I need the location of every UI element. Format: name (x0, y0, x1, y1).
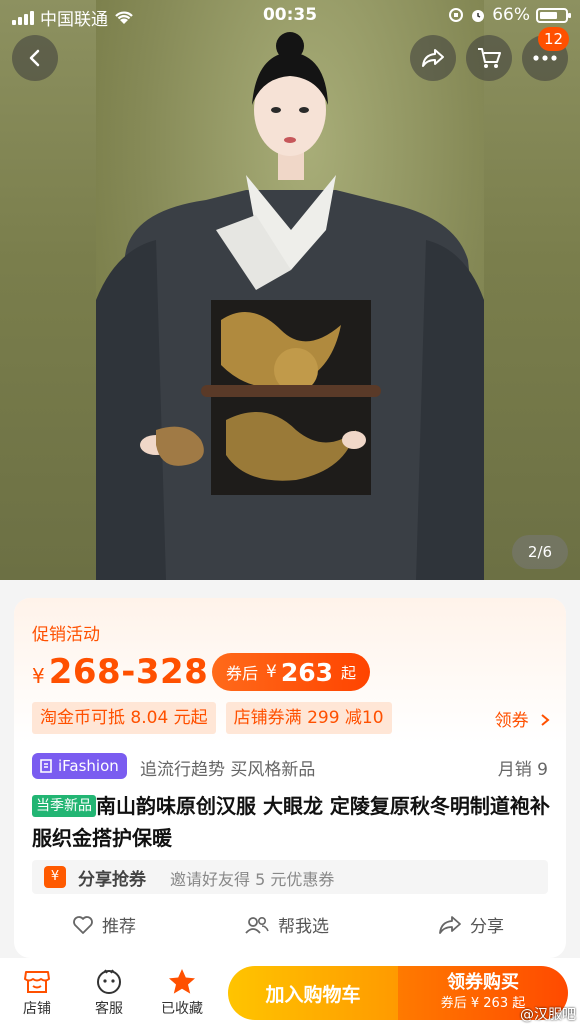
ifashion-label: iFashion (58, 757, 119, 775)
product-photo[interactable] (96, 0, 484, 580)
get-coupon-label: 领券 (494, 711, 529, 731)
action-row: 推荐 帮我选 分享 (14, 912, 566, 948)
share-grab-coupon-banner[interactable]: ¥ 分享抢券 邀请好友得 5 元优惠券 (32, 860, 548, 894)
help-choose-label: 帮我选 (278, 917, 329, 937)
monthly-sales: 月销 9 (497, 760, 548, 780)
purchase-buttons: 加入购物车 领券购买 券后 ¥ 263 起 (228, 966, 568, 1020)
brand-slogan: 追流行趋势 买风格新品 (140, 760, 316, 780)
share-arrow-icon (422, 49, 444, 67)
brand-row: iFashion 追流行趋势 买风格新品 月销 9 (32, 753, 548, 781)
after-coupon-price-pill[interactable]: 券后 ¥ 263 起 (212, 653, 371, 691)
back-button[interactable] (12, 35, 58, 81)
share-action-button[interactable]: 分享 (438, 912, 504, 937)
coupon-ticket-icon: ¥ (44, 866, 66, 888)
cart-button[interactable] (466, 35, 512, 81)
after-coupon-price: 263 (280, 657, 334, 687)
help-choose-button[interactable]: 帮我选 (244, 912, 329, 937)
people-icon (245, 916, 269, 934)
orientation-lock-icon (449, 8, 464, 22)
status-right: 66% (448, 5, 571, 25)
chat-bot-icon (97, 969, 121, 994)
add-to-cart-button[interactable]: 加入购物车 (228, 966, 398, 1020)
more-dots-icon (533, 55, 557, 61)
cart-icon (478, 48, 501, 68)
recommend-button[interactable]: 推荐 (72, 912, 136, 937)
taojinbi-coupon-tag[interactable]: 淘金币可抵 8.04 元起 (32, 702, 216, 734)
new-season-tag: 当季新品 (32, 795, 96, 817)
store-icon (24, 971, 50, 993)
image-page-indicator: 2/6 (512, 535, 568, 569)
currency-symbol: ¥ (32, 664, 45, 688)
price-range: 268-328 (48, 652, 209, 692)
after-coupon-currency: ¥ (266, 662, 277, 682)
chevron-left-icon (29, 49, 40, 67)
recommend-label: 推荐 (102, 917, 136, 937)
product-title-text: 南山韵味原创汉服 大眼龙 定陵复原秋冬明制道袍补服织金搭护保暖 (32, 794, 550, 850)
after-coupon-label: 券后 (226, 664, 259, 683)
promo-label: 促销活动 (32, 625, 100, 645)
after-coupon-suffix: 起 (341, 663, 357, 682)
alarm-icon (472, 10, 485, 22)
status-bar: 中国联通 00:35 66% (0, 0, 580, 30)
share-icon (439, 915, 461, 934)
watermark: @汉服吧 (520, 1007, 576, 1023)
buy-with-coupon-label: 领券购买 (447, 972, 519, 993)
share-grab-title: 分享抢券 (78, 870, 146, 890)
shop-tab[interactable]: 店铺 (7, 966, 67, 1018)
customer-service-tab[interactable]: 客服 (79, 966, 139, 1018)
price-row: ¥ 268-328 (32, 652, 208, 692)
chevron-right-icon (541, 714, 550, 726)
notification-badge: 12 (538, 27, 570, 51)
product-image-carousel[interactable]: 中国联通 00:35 66% 12 2/6 (0, 0, 580, 580)
heart-icon (73, 915, 93, 934)
shop-label: 店铺 (23, 1001, 51, 1017)
battery-percent: 66% (492, 5, 530, 25)
product-title: 当季新品 南山韵味原创汉服 大眼龙 定陵复原秋冬明制道袍补服织金搭护保暖 (32, 790, 552, 854)
share-label: 分享 (470, 917, 504, 937)
ifashion-logo-icon (40, 759, 52, 773)
hanfu-model-illustration (96, 32, 484, 580)
favorite-tab[interactable]: 已收藏 (152, 966, 212, 1018)
coupon-tags: 淘金币可抵 8.04 元起 店铺券满 299 减10 (32, 702, 392, 734)
product-info-card: 促销活动 ¥ 268-328 券后 ¥ 263 起 淘金币可抵 8.04 元起 … (14, 598, 566, 958)
share-grab-description: 邀请好友得 5 元优惠券 (170, 870, 335, 889)
star-icon (169, 968, 195, 994)
share-button[interactable] (410, 35, 456, 81)
customer-service-label: 客服 (95, 1001, 123, 1017)
favorited-label: 已收藏 (161, 1001, 203, 1017)
store-coupon-tag[interactable]: 店铺券满 299 减10 (225, 702, 392, 734)
ifashion-badge[interactable]: iFashion (32, 753, 127, 779)
bottom-action-bar: 店铺 客服 已收藏 加入购物车 领券购买 券后 ¥ 263 起 (0, 958, 580, 1031)
battery-icon (536, 7, 571, 23)
get-coupon-link[interactable]: 领券 (495, 706, 550, 731)
